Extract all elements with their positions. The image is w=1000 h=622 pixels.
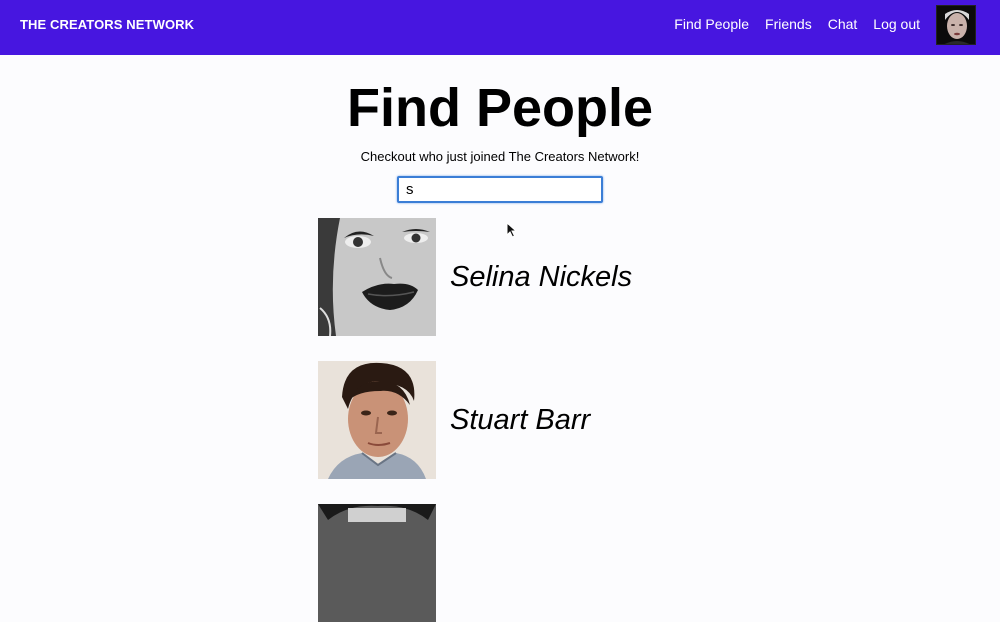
result-photo[interactable] xyxy=(318,218,436,336)
page-subtitle: Checkout who just joined The Creators Ne… xyxy=(360,149,640,164)
woman-portrait-icon xyxy=(318,218,436,336)
brand-logo-text[interactable]: THE CREATORS NETWORK xyxy=(20,17,194,32)
user-avatar[interactable] xyxy=(936,5,976,45)
result-photo[interactable] xyxy=(318,361,436,479)
nav-friends[interactable]: Friends xyxy=(765,16,812,32)
result-item[interactable]: Selina Nickels xyxy=(318,218,718,336)
partial-portrait-icon xyxy=(318,504,436,622)
result-item[interactable] xyxy=(318,504,718,622)
man-portrait-icon xyxy=(318,361,436,479)
top-navbar: THE CREATORS NETWORK Find People Friends… xyxy=(0,0,1000,55)
result-name[interactable]: Selina Nickels xyxy=(450,261,632,294)
result-photo[interactable] xyxy=(318,504,436,622)
nav-links: Find People Friends Chat Log out xyxy=(674,16,920,32)
result-item[interactable]: Stuart Barr xyxy=(318,361,718,479)
profile-portrait-icon xyxy=(937,6,975,44)
result-name[interactable]: Stuart Barr xyxy=(450,404,590,437)
nav-chat[interactable]: Chat xyxy=(828,16,858,32)
nav-find-people[interactable]: Find People xyxy=(674,16,749,32)
search-input[interactable] xyxy=(397,176,603,203)
page-title: Find People xyxy=(346,78,654,138)
nav-log-out[interactable]: Log out xyxy=(873,16,920,32)
